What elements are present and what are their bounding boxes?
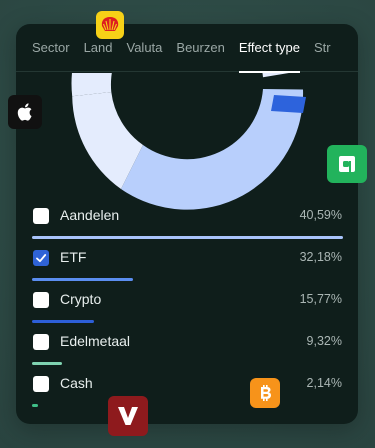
allocation-legend: Aandelen 40,59% ETF 32,18% Crypto 15,77%…	[32, 204, 343, 414]
checkbox-edelmetaal[interactable]	[33, 334, 49, 350]
legend-row-crypto[interactable]: Crypto 15,77%	[32, 288, 342, 330]
legend-row-aandelen[interactable]: Aandelen 40,59%	[32, 204, 343, 246]
checkbox-etf[interactable]	[33, 250, 49, 266]
tab-valuta[interactable]: Valuta	[127, 24, 163, 72]
legend-percent: 40,59%	[299, 208, 342, 222]
allocation-bar-edelmetaal	[32, 362, 62, 365]
allocation-card: Sector Land Valuta Beurzen Effect type S…	[16, 24, 358, 424]
tab-effect-type[interactable]: Effect type	[238, 24, 301, 73]
tab-strategie[interactable]: Str	[314, 24, 331, 72]
legend-row-edelmetaal[interactable]: Edelmetaal 9,32%	[32, 330, 342, 372]
legend-row-cash[interactable]: Cash 2,14%	[32, 372, 342, 414]
legend-row-etf[interactable]: ETF 32,18%	[32, 246, 342, 288]
legend-label: ETF	[60, 249, 87, 265]
legend-percent: 9,32%	[306, 334, 342, 348]
legend-percent: 15,77%	[299, 292, 342, 306]
v-logo-icon	[108, 396, 148, 436]
legend-percent: 32,18%	[299, 250, 342, 264]
checkbox-crypto[interactable]	[33, 292, 49, 308]
apple-icon	[8, 95, 42, 129]
checkbox-aandelen[interactable]	[33, 208, 49, 224]
legend-label: Crypto	[60, 291, 102, 307]
tab-beurzen[interactable]: Beurzen	[176, 24, 224, 72]
allocation-bar-etf	[32, 278, 133, 281]
checkbox-cash[interactable]	[33, 376, 49, 392]
shell-icon	[96, 11, 124, 39]
bitcoin-icon	[250, 378, 280, 408]
donut-svg	[71, 73, 306, 210]
allocation-bar-crypto	[32, 320, 94, 323]
legend-label: Cash	[60, 375, 93, 391]
allocation-bar-cash	[32, 404, 38, 407]
donut-segment-crypto[interactable]	[271, 95, 306, 113]
tab-sector[interactable]: Sector	[32, 24, 70, 72]
allocation-bar-aandelen	[32, 236, 343, 239]
legend-label: Aandelen	[60, 207, 120, 223]
donut-chart	[16, 73, 358, 213]
tab-bar: Sector Land Valuta Beurzen Effect type S…	[16, 24, 358, 73]
legend-percent: 2,14%	[306, 376, 342, 390]
legend-label: Edelmetaal	[60, 333, 131, 349]
a-logo-icon	[327, 145, 367, 183]
check-icon	[36, 254, 47, 263]
